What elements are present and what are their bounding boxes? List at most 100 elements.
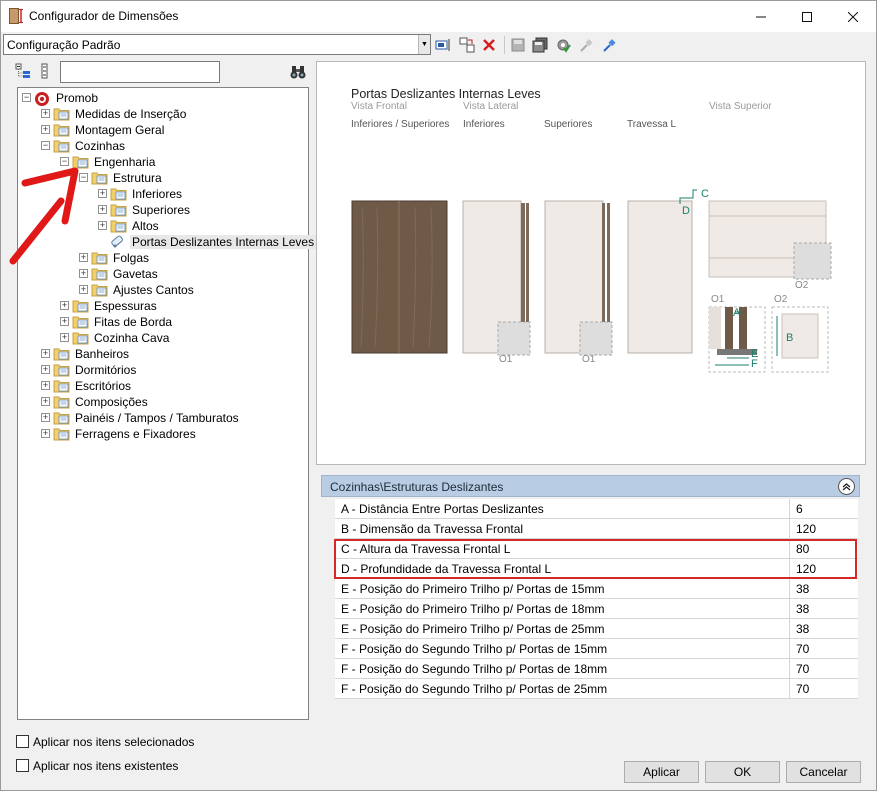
maximize-icon bbox=[802, 11, 812, 22]
expand-icon[interactable]: + bbox=[41, 349, 50, 358]
save-as-button[interactable] bbox=[531, 36, 549, 54]
detail-title-o1: O1 bbox=[711, 294, 725, 305]
property-name: E - Posição do Primeiro Trilho p/ Portas… bbox=[335, 599, 790, 619]
dimension-a-label: A bbox=[733, 307, 741, 319]
tree-item-banheiros[interactable]: + Banheiros bbox=[18, 346, 308, 362]
gear-check-icon bbox=[557, 39, 571, 53]
property-row[interactable]: E - Posição do Primeiro Trilho p/ Portas… bbox=[335, 599, 858, 619]
delete-config-button[interactable] bbox=[480, 36, 498, 54]
copy-config-button[interactable] bbox=[458, 36, 476, 54]
property-row[interactable]: F - Posição do Segundo Trilho p/ Portas … bbox=[335, 679, 858, 699]
collapse-icon[interactable]: − bbox=[22, 93, 31, 102]
tree-item-label: Superiores bbox=[132, 203, 191, 217]
detail-marker-o2: O2 bbox=[795, 280, 809, 291]
expand-icon[interactable]: + bbox=[41, 413, 50, 422]
property-value-input[interactable]: 120 bbox=[791, 519, 857, 539]
property-row[interactable]: F - Posição do Segundo Trilho p/ Portas … bbox=[335, 659, 858, 679]
tree-item-ferragens-e-fixadores[interactable]: + Ferragens e Fixadores bbox=[18, 426, 308, 442]
tree-item-pain-is-tampos-tamburatos[interactable]: + Painéis / Tampos / Tamburatos bbox=[18, 410, 308, 426]
connect-button[interactable] bbox=[601, 36, 619, 54]
configuration-select[interactable]: Configuração Padrão ▼ bbox=[3, 34, 431, 55]
expand-icon[interactable]: + bbox=[98, 221, 107, 230]
expand-icon[interactable]: + bbox=[98, 189, 107, 198]
property-value-input[interactable]: 38 bbox=[791, 579, 857, 599]
property-row[interactable]: F - Posição do Segundo Trilho p/ Portas … bbox=[335, 639, 858, 659]
apply-selected-checkbox[interactable] bbox=[16, 735, 29, 748]
collapse-icon[interactable]: − bbox=[41, 141, 50, 150]
property-value-input[interactable]: 70 bbox=[791, 679, 857, 699]
delete-icon bbox=[483, 39, 495, 51]
tree-item-composi-es[interactable]: + Composições bbox=[18, 394, 308, 410]
save-icon bbox=[511, 38, 525, 52]
folder-icon bbox=[110, 203, 128, 217]
properties-header-title: Cozinhas\Estruturas Deslizantes bbox=[330, 480, 504, 494]
folder-icon bbox=[53, 379, 71, 393]
tree-item-montagem-geral[interactable]: + Montagem Geral bbox=[18, 122, 308, 138]
settings-button[interactable] bbox=[554, 36, 572, 54]
expand-icon[interactable]: + bbox=[41, 125, 50, 134]
preview-panel: Portas Deslizantes Internas Leves Vista … bbox=[316, 61, 866, 465]
property-name: A - Distância Entre Portas Deslizantes bbox=[335, 499, 790, 519]
tree-item-cozinha-cava[interactable]: + Cozinha Cava bbox=[18, 330, 308, 346]
tree-item-promob[interactable]: − Promob bbox=[18, 90, 308, 106]
folder-icon bbox=[91, 283, 109, 297]
close-window-button[interactable] bbox=[830, 1, 876, 32]
tree-item-label: Dormitórios bbox=[75, 363, 137, 377]
maximize-button[interactable] bbox=[784, 1, 830, 32]
tree-item-escrit-rios[interactable]: + Escritórios bbox=[18, 378, 308, 394]
property-row[interactable]: E - Posição do Primeiro Trilho p/ Portas… bbox=[335, 579, 858, 599]
tree-item-label: Folgas bbox=[113, 251, 150, 265]
disconnect-button[interactable] bbox=[578, 36, 596, 54]
expand-icon[interactable]: + bbox=[60, 317, 69, 326]
property-value-input[interactable]: 38 bbox=[791, 599, 857, 619]
collapse-all-icon[interactable] bbox=[15, 63, 31, 79]
dropdown-arrow-icon[interactable]: ▼ bbox=[418, 35, 430, 54]
tree-item-dormit-rios[interactable]: + Dormitórios bbox=[18, 362, 308, 378]
expand-icon[interactable]: + bbox=[41, 381, 50, 390]
promob-logo-icon bbox=[34, 91, 52, 106]
expand-icon[interactable]: + bbox=[60, 333, 69, 342]
tree-item-label: Portas Deslizantes Internas Leves bbox=[130, 235, 317, 249]
tree-item-ajustes-cantos[interactable]: + Ajustes Cantos bbox=[18, 282, 308, 298]
tree-item-label: Banheiros bbox=[75, 347, 130, 361]
property-row[interactable]: A - Distância Entre Portas Deslizantes 6 bbox=[335, 499, 858, 519]
detail-marker-o1a: O1 bbox=[499, 354, 513, 365]
tree-search-input[interactable] bbox=[60, 61, 220, 83]
collapse-properties-button[interactable] bbox=[838, 478, 855, 495]
tree-item-espessuras[interactable]: + Espessuras bbox=[18, 298, 308, 314]
plug-icon bbox=[580, 39, 593, 52]
property-value-input[interactable]: 70 bbox=[791, 639, 857, 659]
property-row[interactable]: B - Dimensão da Travessa Frontal 120 bbox=[335, 519, 858, 539]
double-chevron-up-icon bbox=[842, 483, 851, 491]
property-name: F - Posição do Segundo Trilho p/ Portas … bbox=[335, 679, 790, 699]
save-button[interactable] bbox=[509, 36, 527, 54]
rename-config-button[interactable] bbox=[434, 36, 452, 54]
expand-icon[interactable]: + bbox=[98, 205, 107, 214]
rename-icon bbox=[435, 39, 450, 51]
ok-button[interactable]: OK bbox=[705, 761, 780, 783]
expand-icon[interactable]: + bbox=[41, 365, 50, 374]
cancel-button[interactable]: Cancelar bbox=[786, 761, 861, 783]
apply-button[interactable]: Aplicar bbox=[624, 761, 699, 783]
apply-selected-label: Aplicar nos itens selecionados bbox=[33, 735, 195, 749]
tree-item-fitas-de-borda[interactable]: + Fitas de Borda bbox=[18, 314, 308, 330]
dimension-configurator-window: Configurador de Dimensões Configuração P… bbox=[0, 0, 877, 791]
expand-icon[interactable]: + bbox=[41, 109, 50, 118]
property-value-input[interactable]: 70 bbox=[791, 659, 857, 679]
folder-icon bbox=[110, 187, 128, 201]
expand-icon[interactable]: + bbox=[79, 285, 88, 294]
property-name: B - Dimensão da Travessa Frontal bbox=[335, 519, 790, 539]
expand-icon[interactable]: + bbox=[41, 397, 50, 406]
expand-icon[interactable]: + bbox=[60, 301, 69, 310]
apply-existing-checkbox[interactable] bbox=[16, 759, 29, 772]
property-name: F - Posição do Segundo Trilho p/ Portas … bbox=[335, 659, 790, 679]
property-value-input[interactable]: 6 bbox=[791, 499, 857, 519]
binoculars-icon[interactable] bbox=[290, 64, 306, 80]
tree-item-cozinhas[interactable]: − Cozinhas bbox=[18, 138, 308, 154]
expand-icon[interactable]: + bbox=[41, 429, 50, 438]
property-value-input[interactable]: 38 bbox=[791, 619, 857, 639]
property-row[interactable]: E - Posição do Primeiro Trilho p/ Portas… bbox=[335, 619, 858, 639]
expand-all-icon[interactable] bbox=[39, 63, 51, 79]
minimize-button[interactable] bbox=[738, 1, 784, 32]
tree-item-medidas-de-inser-o[interactable]: + Medidas de Inserção bbox=[18, 106, 308, 122]
